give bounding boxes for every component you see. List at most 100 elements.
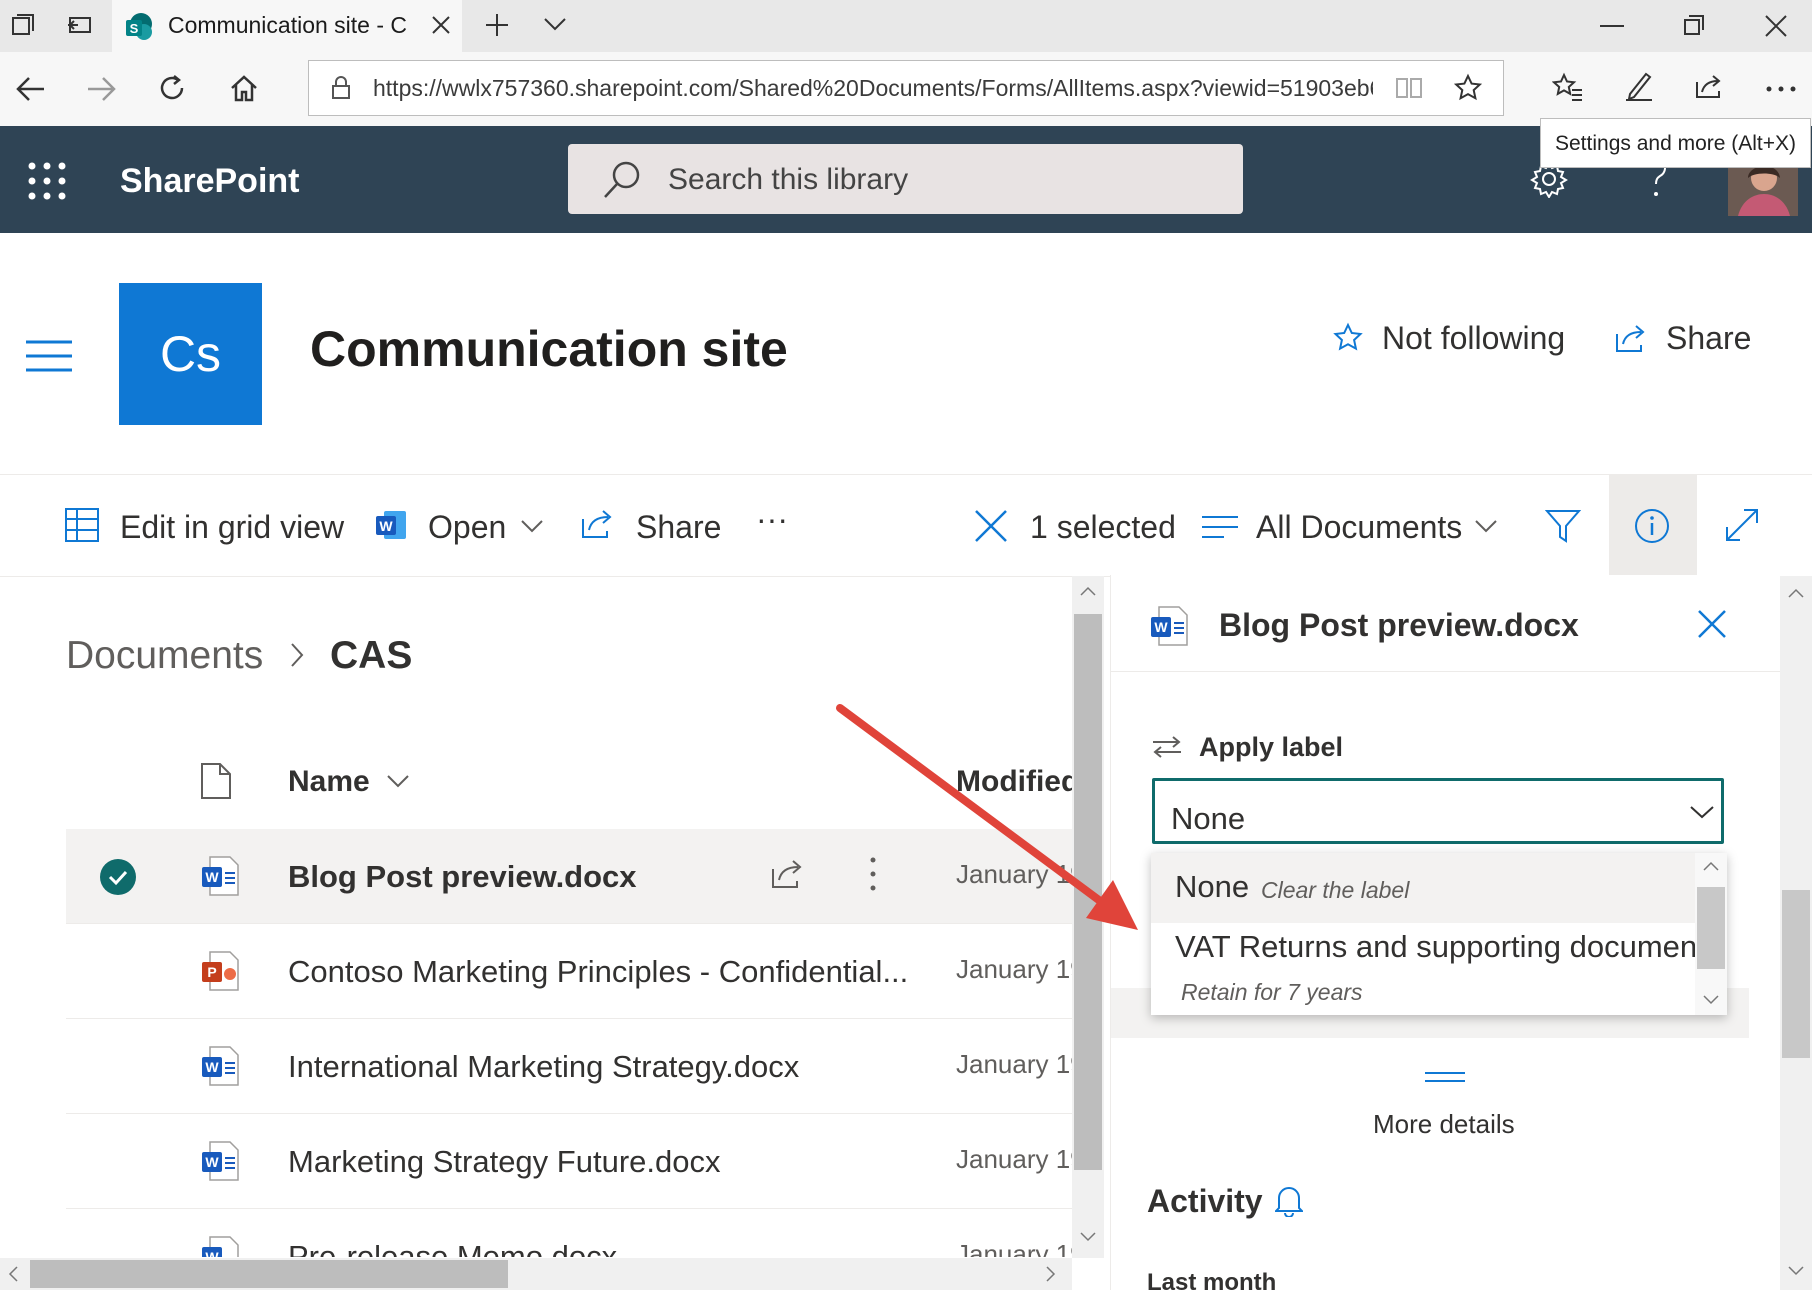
breadcrumb-parent[interactable]: Documents — [66, 634, 263, 678]
word-file-icon: W — [200, 1235, 240, 1257]
browser-tab-strip: S Communication site - C — [0, 0, 1812, 52]
table-row[interactable]: W Pre-release Memo.docx January 19 — [66, 1209, 1072, 1257]
grid-icon — [64, 507, 100, 543]
close-panel-icon[interactable] — [1697, 609, 1727, 639]
chevron-right-icon[interactable] — [1046, 1266, 1056, 1282]
dropdown-scrollbar[interactable] — [1695, 853, 1727, 1015]
tab-list-chevron-icon[interactable] — [543, 16, 567, 32]
info-pane-button[interactable] — [1609, 475, 1697, 575]
svg-text:W: W — [1154, 619, 1168, 635]
back-icon[interactable] — [16, 76, 46, 102]
combobox-value: None — [1171, 801, 1246, 836]
reading-view-icon[interactable] — [1395, 76, 1423, 100]
file-name[interactable]: Marketing Strategy Future.docx — [288, 1144, 720, 1180]
refresh-icon[interactable] — [158, 74, 186, 102]
site-logo[interactable]: Cs — [119, 283, 262, 425]
column-name-header[interactable]: Name — [288, 765, 370, 799]
more-details-link[interactable]: More details — [1373, 1109, 1515, 1140]
label-combobox[interactable]: None — [1152, 778, 1724, 844]
dropdown-option-none[interactable]: None Clear the label — [1151, 853, 1695, 923]
search-box[interactable]: Search this library — [568, 144, 1243, 214]
favorite-star-icon[interactable] — [1453, 73, 1483, 103]
sharepoint-favicon-icon: S — [124, 12, 154, 42]
open-button[interactable]: W Open — [374, 475, 554, 575]
chevron-down-icon[interactable] — [1689, 805, 1715, 819]
edit-grid-button[interactable]: Edit in grid view — [64, 475, 364, 575]
bell-icon[interactable] — [1275, 1183, 1303, 1217]
close-tab-icon[interactable] — [430, 14, 452, 36]
svg-text:W: W — [205, 1249, 219, 1257]
table-row[interactable]: W International Marketing Strategy.docx … — [66, 1019, 1085, 1114]
scrollbar-thumb[interactable] — [1782, 890, 1810, 1058]
word-icon: W — [374, 509, 408, 541]
pen-notes-icon[interactable] — [1624, 70, 1654, 102]
filter-icon[interactable] — [1545, 509, 1581, 543]
panel-vertical-scrollbar[interactable] — [1780, 576, 1812, 1290]
dropdown-option-vat[interactable]: VAT Returns and supporting documen Retai… — [1151, 923, 1695, 1015]
favorites-icon[interactable] — [1552, 72, 1584, 102]
share-icon — [580, 507, 616, 541]
list-horizontal-scrollbar[interactable] — [0, 1258, 1072, 1290]
lock-icon[interactable] — [331, 76, 351, 100]
more-actions-button[interactable]: ··· — [756, 501, 788, 538]
svg-text:P: P — [207, 964, 216, 980]
selected-count: 1 selected — [1030, 509, 1176, 545]
chevron-down-icon[interactable] — [1788, 1266, 1804, 1276]
follow-label: Not following — [1382, 320, 1566, 356]
chevron-down-icon[interactable] — [1080, 1232, 1096, 1242]
expand-icon[interactable] — [1724, 507, 1760, 543]
scrollbar-thumb[interactable] — [30, 1260, 508, 1288]
sharepoint-brand[interactable]: SharePoint — [120, 162, 299, 201]
file-name[interactable]: International Marketing Strategy.docx — [288, 1049, 799, 1085]
file-type-icon[interactable] — [200, 762, 232, 800]
chevron-left-icon[interactable] — [8, 1266, 18, 1282]
new-tab-icon[interactable] — [484, 12, 510, 38]
check-circle-icon[interactable] — [100, 859, 136, 895]
share-icon[interactable] — [770, 857, 806, 891]
file-name[interactable]: Pre-release Memo.docx — [288, 1239, 617, 1257]
chevron-down-icon[interactable] — [386, 774, 410, 788]
word-file-icon: W — [200, 855, 240, 897]
home-icon[interactable] — [229, 74, 259, 102]
settings-more-icon[interactable] — [1766, 86, 1796, 92]
command-bar: Edit in grid view W Open Share ··· 1 sel… — [0, 474, 1812, 577]
chevron-up-icon[interactable] — [1788, 588, 1804, 598]
forward-icon[interactable] — [86, 76, 116, 102]
chevron-down-icon[interactable] — [1703, 995, 1719, 1005]
option-label: VAT Returns and supporting documen — [1175, 929, 1695, 964]
table-row[interactable]: W Marketing Strategy Future.docx January… — [66, 1114, 1085, 1209]
info-icon — [1633, 507, 1671, 545]
panel-divider — [1111, 671, 1781, 672]
address-bar[interactable]: https://wwlx757360.sharepoint.com/Shared… — [308, 60, 1504, 116]
star-icon — [1332, 322, 1364, 354]
browser-tab[interactable]: S Communication site - C — [112, 0, 462, 52]
chevron-up-icon[interactable] — [1703, 861, 1719, 871]
scrollbar-thumb[interactable] — [1697, 887, 1725, 969]
hamburger-menu-icon[interactable] — [26, 340, 72, 372]
details-panel: W Blog Post preview.docx Apply label Non… — [1110, 575, 1781, 1290]
option-description: Retain for 7 years — [1181, 979, 1363, 1005]
minimize-icon[interactable] — [1600, 24, 1624, 28]
drag-handle-icon[interactable] — [1425, 1071, 1465, 1083]
file-name[interactable]: Blog Post preview.docx — [288, 859, 637, 895]
view-switcher[interactable]: All Documents — [1202, 475, 1502, 575]
set-tabs-aside-icon[interactable] — [66, 12, 94, 38]
chevron-down-icon — [520, 519, 544, 533]
svg-text:W: W — [379, 518, 393, 534]
share-label: Share — [636, 509, 722, 545]
app-launcher-icon[interactable] — [28, 162, 66, 200]
close-window-icon[interactable] — [1764, 14, 1788, 38]
tab-actions-icon[interactable] — [10, 12, 36, 38]
share-icon[interactable] — [1694, 72, 1724, 100]
file-name[interactable]: Contoso Marketing Principles - Confident… — [288, 954, 908, 990]
option-label: None — [1175, 869, 1250, 904]
svg-text:S: S — [130, 21, 139, 36]
browser-address-row: https://wwlx757360.sharepoint.com/Shared… — [0, 52, 1812, 127]
share-button[interactable]: Share — [580, 475, 740, 575]
last-month-label-wrap: Last month — [1147, 1269, 1347, 1290]
clear-selection-button[interactable]: 1 selected — [974, 475, 1176, 575]
option-description: Clear the label — [1261, 877, 1410, 903]
site-title[interactable]: Communication site — [310, 320, 788, 378]
restore-icon[interactable] — [1683, 14, 1705, 36]
chevron-up-icon[interactable] — [1080, 586, 1096, 596]
